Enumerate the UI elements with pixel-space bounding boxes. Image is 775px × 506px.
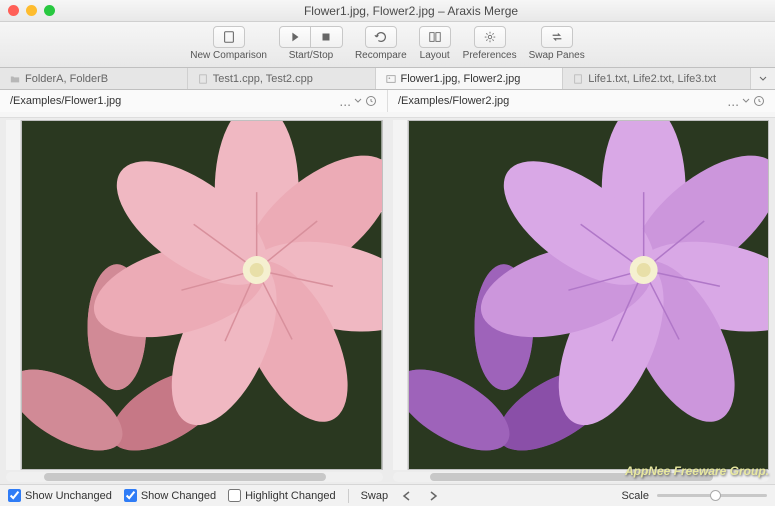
watermark: AppNee Freeware Group. [625, 464, 769, 478]
stop-icon [319, 30, 333, 44]
show-unchanged-checkbox[interactable]: Show Unchanged [8, 489, 112, 502]
left-vscroll[interactable] [6, 120, 21, 470]
tab-folders[interactable]: FolderA, FolderB [0, 68, 188, 89]
tab-txt[interactable]: Life1.txt, Life2.txt, Life3.txt [563, 68, 751, 89]
image-icon [386, 74, 396, 84]
swap-panes-label: Swap Panes [529, 50, 585, 61]
highlight-changed-label: Highlight Changed [245, 490, 336, 502]
path-bar: /Examples/Flower1.jpg ... /Examples/Flow… [0, 90, 775, 112]
close-window-button[interactable] [8, 5, 19, 16]
scale-slider[interactable] [657, 494, 767, 497]
play-icon [288, 30, 302, 44]
show-changed-label: Show Changed [141, 490, 216, 502]
chevron-down-icon [759, 75, 767, 83]
tab-images[interactable]: Flower1.jpg, Flower2.jpg [376, 68, 564, 89]
layout-button[interactable] [419, 26, 451, 48]
traffic-lights [8, 5, 55, 16]
gear-icon [483, 30, 497, 44]
left-image[interactable] [21, 120, 383, 470]
left-path-menu[interactable]: ... [339, 93, 351, 109]
flower-image-purple [409, 121, 769, 469]
footer: Show Unchanged Show Changed Highlight Ch… [0, 484, 775, 506]
flower-image-pink [22, 121, 382, 469]
swap-label: Swap [361, 490, 389, 502]
history-icon[interactable] [753, 95, 765, 107]
tab-bar: FolderA, FolderB Test1.cpp, Test2.cpp Fl… [0, 68, 775, 90]
swap-panes-button[interactable] [541, 26, 573, 48]
compare-content [0, 118, 775, 470]
minimize-window-button[interactable] [26, 5, 37, 16]
right-vscroll[interactable] [393, 120, 408, 470]
highlight-changed-checkbox[interactable]: Highlight Changed [228, 489, 336, 502]
show-changed-input[interactable] [124, 489, 137, 502]
tab-label: Flower1.jpg, Flower2.jpg [401, 73, 521, 85]
recompare-label: Recompare [355, 50, 407, 61]
chevron-down-icon[interactable] [742, 97, 750, 105]
window-title: Flower1.jpg, Flower2.jpg – Araxis Merge [55, 4, 767, 18]
start-stop-label: Start/Stop [289, 50, 333, 61]
new-comparison-label: New Comparison [190, 50, 267, 61]
right-path[interactable]: /Examples/Flower2.jpg [398, 95, 721, 107]
swap-icon [550, 30, 564, 44]
history-icon[interactable] [365, 95, 377, 107]
folder-icon [10, 74, 20, 84]
stop-button[interactable] [311, 26, 343, 48]
file-icon [573, 74, 583, 84]
left-path[interactable]: /Examples/Flower1.jpg [10, 95, 333, 107]
tab-label: Life1.txt, Life2.txt, Life3.txt [588, 73, 716, 85]
file-icon [198, 74, 208, 84]
refresh-icon [374, 30, 388, 44]
tab-label: Test1.cpp, Test2.cpp [213, 73, 313, 85]
tab-label: FolderA, FolderB [25, 73, 108, 85]
preferences-button[interactable] [474, 26, 506, 48]
right-path-menu[interactable]: ... [727, 93, 739, 109]
slider-thumb[interactable] [710, 490, 721, 501]
chevron-down-icon[interactable] [354, 97, 362, 105]
scale-label: Scale [621, 490, 649, 502]
preferences-label: Preferences [463, 50, 517, 61]
right-pane [393, 120, 770, 470]
maximize-window-button[interactable] [44, 5, 55, 16]
highlight-changed-input[interactable] [228, 489, 241, 502]
left-pane [6, 120, 383, 470]
tabs-overflow-button[interactable] [751, 68, 775, 89]
tab-cpp[interactable]: Test1.cpp, Test2.cpp [188, 68, 376, 89]
toolbar: New Comparison Start/Stop Recompare Layo… [0, 22, 775, 68]
new-comparison-button[interactable] [213, 26, 245, 48]
document-icon [222, 30, 236, 44]
layout-label: Layout [420, 50, 450, 61]
layout-icon [428, 30, 442, 44]
swap-right-icon[interactable] [426, 490, 440, 502]
recompare-button[interactable] [365, 26, 397, 48]
right-image[interactable] [408, 120, 770, 470]
show-unchanged-input[interactable] [8, 489, 21, 502]
start-button[interactable] [279, 26, 311, 48]
titlebar: Flower1.jpg, Flower2.jpg – Araxis Merge [0, 0, 775, 22]
left-hscroll[interactable] [6, 472, 383, 482]
separator [348, 489, 349, 503]
swap-left-icon[interactable] [400, 490, 414, 502]
show-changed-checkbox[interactable]: Show Changed [124, 489, 216, 502]
show-unchanged-label: Show Unchanged [25, 490, 112, 502]
